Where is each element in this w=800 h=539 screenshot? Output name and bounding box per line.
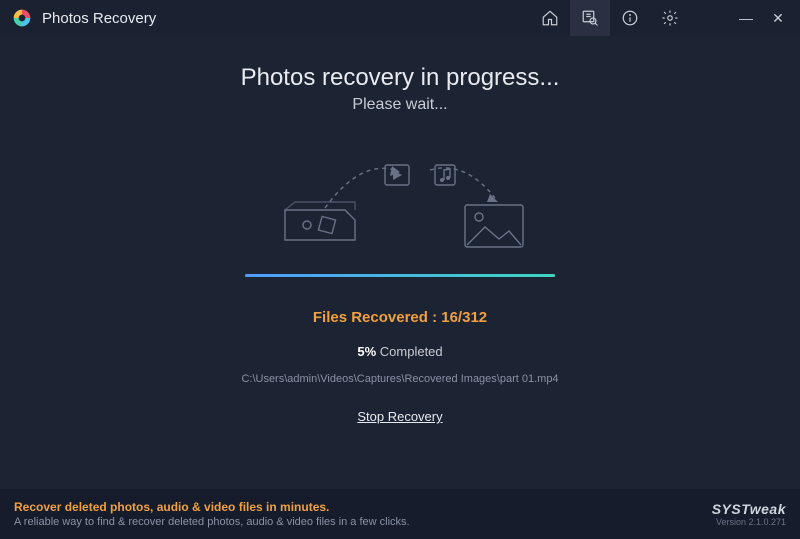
page-heading: Photos recovery in progress... — [0, 64, 800, 92]
page-subheading: Please wait... — [0, 96, 800, 114]
brand-block: SYSTweak Version 2.1.0.271 — [712, 501, 786, 527]
progress-bar — [245, 274, 555, 277]
promo-heading: Recover deleted photos, audio & video fi… — [14, 500, 712, 514]
brand-name: SYSTweak — [712, 501, 786, 517]
percent-value: 5% — [357, 344, 376, 359]
app-logo-icon — [12, 8, 32, 28]
stop-recovery-link[interactable]: Stop Recovery — [357, 409, 442, 424]
minimize-button[interactable]: — — [730, 10, 762, 26]
home-button[interactable] — [530, 0, 570, 36]
progress-fill — [245, 274, 555, 277]
recovery-illustration — [230, 140, 570, 270]
settings-button[interactable] — [650, 0, 690, 36]
app-title: Photos Recovery — [42, 10, 156, 27]
titlebar: Photos Recovery — ✕ — [0, 0, 800, 36]
current-file-path: C:\Users\admin\Videos\Captures\Recovered… — [0, 373, 800, 385]
scan-button[interactable] — [570, 0, 610, 36]
promo-block: Recover deleted photos, audio & video fi… — [14, 500, 712, 528]
percent-complete: 5% Completed — [0, 344, 800, 359]
version-label: Version 2.1.0.271 — [712, 517, 786, 527]
files-recovered-label: Files Recovered : 16/312 — [0, 309, 800, 326]
promo-subtext: A reliable way to find & recover deleted… — [14, 516, 712, 528]
close-button[interactable]: ✕ — [762, 10, 794, 27]
percent-suffix: Completed — [376, 344, 442, 359]
info-button[interactable] — [610, 0, 650, 36]
footer: Recover deleted photos, audio & video fi… — [0, 489, 800, 539]
main-panel: Photos recovery in progress... Please wa… — [0, 36, 800, 489]
